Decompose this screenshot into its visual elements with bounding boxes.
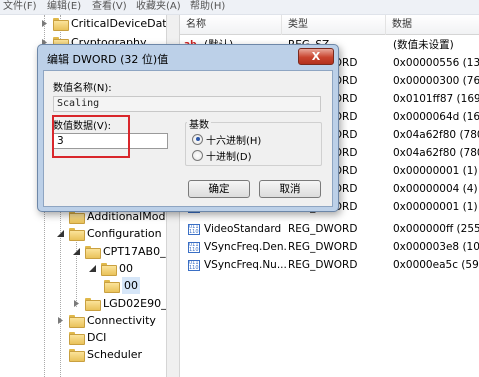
ok-button[interactable]: 确定	[188, 180, 250, 198]
row-data: 0x04a62f80 (7800)	[393, 129, 479, 141]
expand-arrow-icon[interactable]	[72, 299, 81, 308]
value-name-label: 数值名称(N):	[53, 83, 112, 94]
value-name-field: Scaling	[53, 96, 321, 112]
no-expander	[56, 333, 65, 342]
tree-item-configuration[interactable]: Configuration	[56, 225, 162, 242]
row-data: 0x00000004 (4)	[393, 183, 478, 195]
tree-item-label: CriticalDeviceDatab	[71, 17, 166, 30]
tree-item-label: CPT17AB0_1	[103, 245, 166, 258]
row-type: REG_DWORD	[288, 241, 358, 253]
list-row[interactable]: VSyncFreq.Nu... REG_DWORD 0x0000ea5c (59…	[180, 257, 479, 274]
radio-selected-icon[interactable]	[192, 133, 203, 145]
row-data: 0x0000064d (1613)	[393, 111, 479, 123]
row-type: REG_DWORD	[288, 223, 358, 235]
tree-item-cpt17ab0[interactable]: CPT17AB0_1	[72, 243, 166, 260]
dialog-body: 数值名称(N): Scaling 数值数据(V): 3 基数 十六进制(H) 十…	[43, 70, 333, 207]
tree-item-criticaldevicedatabase[interactable]: CriticalDeviceDatab	[40, 15, 166, 32]
tree-item-label: Scheduler	[87, 348, 143, 361]
no-expander	[56, 350, 65, 359]
dialog-title: 编辑 DWORD (32 位)值	[47, 53, 169, 66]
collapse-arrow-icon[interactable]	[88, 264, 97, 273]
radio-hexadecimal-label: 十六进制(H)	[206, 135, 262, 147]
row-data: 0x00000001 (1)	[393, 201, 478, 213]
no-expander	[56, 212, 65, 221]
tree-item-label: DCI	[87, 331, 107, 344]
column-header-type[interactable]: 类型	[282, 15, 386, 35]
row-data: 0x0101ff87 (16908)	[393, 93, 479, 105]
dword-value-icon	[188, 260, 200, 271]
radio-hexadecimal[interactable]: 十六进制(H)	[192, 132, 262, 147]
row-type: REG_DWORD	[288, 259, 358, 271]
folder-icon	[53, 18, 69, 31]
collapse-arrow-icon[interactable]	[56, 229, 65, 238]
radio-decimal[interactable]: 十进制(D)	[192, 148, 252, 163]
folder-icon	[69, 211, 85, 224]
row-data: 0x00000300 (768)	[393, 75, 479, 87]
row-name: VSyncFreq.Nu...	[204, 259, 287, 271]
menu-bar: 文件(F) 编辑(E) 查看(V) 收藏夹(A) 帮助(H)	[0, 0, 479, 15]
radio-unselected-icon[interactable]	[192, 149, 203, 161]
base-group-label: 基数	[187, 116, 211, 131]
list-row[interactable]: VSyncFreq.Den... REG_DWORD 0x000003e8 (1…	[180, 239, 479, 256]
close-button[interactable]: X	[298, 48, 334, 65]
row-data: 0x00000001 (1)	[393, 165, 478, 177]
edit-dword-dialog: 编辑 DWORD (32 位)值 X 数值名称(N): Scaling 数值数据…	[37, 44, 339, 212]
menu-view[interactable]: 查看(V)	[92, 1, 127, 13]
column-header-name[interactable]: 名称	[180, 15, 282, 35]
dword-value-icon	[188, 224, 200, 235]
row-data: 0x000003e8 (1000)	[393, 241, 479, 253]
folder-open-icon	[85, 246, 101, 259]
annotation-highlight-box	[52, 115, 130, 158]
tree-item-lgd02e90[interactable]: LGD02E90_0	[72, 295, 166, 312]
tree-item-label: 00	[119, 262, 133, 275]
folder-open-icon	[101, 263, 117, 276]
tree-item-label: LGD02E90_0	[103, 297, 166, 310]
row-data: 0x04a62f80 (7800)	[393, 147, 479, 159]
folder-open-icon	[69, 228, 85, 241]
folder-icon	[69, 332, 85, 345]
folder-icon	[104, 280, 120, 293]
tree-item-dci[interactable]: DCI	[56, 329, 106, 346]
collapse-arrow-icon[interactable]	[72, 247, 81, 256]
list-header: 名称 类型 数据	[180, 15, 479, 35]
folder-icon	[69, 349, 85, 362]
expand-arrow-icon[interactable]	[56, 316, 65, 325]
row-data: 0x0000ea5c (5999)	[393, 259, 479, 271]
dword-value-icon	[188, 242, 200, 253]
tree-item-scheduler[interactable]: Scheduler	[56, 346, 142, 363]
menu-help[interactable]: 帮助(H)	[190, 1, 225, 13]
folder-icon	[69, 315, 85, 328]
column-header-data[interactable]: 数据	[386, 15, 479, 35]
radio-decimal-label: 十进制(D)	[206, 151, 252, 163]
folder-icon	[85, 298, 101, 311]
tree-item-label: Configuration	[87, 227, 162, 240]
row-name: VideoStandard	[204, 223, 282, 235]
row-data: (数值未设置)	[393, 39, 454, 51]
tree-item-connectivity[interactable]: Connectivity	[56, 312, 156, 329]
row-data: 0x00000556 (1366)	[393, 57, 479, 69]
menu-file[interactable]: 文件(F)	[3, 1, 37, 13]
menu-edit[interactable]: 编辑(E)	[47, 1, 81, 13]
list-row[interactable]: VideoStandard REG_DWORD 0x000000ff (255)	[180, 221, 479, 238]
expand-arrow-icon[interactable]	[40, 19, 49, 28]
cancel-button[interactable]: 取消	[259, 180, 321, 198]
tree-item-00-selected[interactable]: 00	[104, 277, 140, 294]
tree-item-label: Connectivity	[87, 314, 156, 327]
tree-item-label: 00	[122, 277, 140, 294]
row-name: VSyncFreq.Den...	[204, 241, 288, 253]
tree-item-00[interactable]: 00	[88, 260, 133, 277]
row-data: 0x000000ff (255)	[393, 223, 479, 235]
menu-favorites[interactable]: 收藏夹(A)	[136, 1, 181, 13]
